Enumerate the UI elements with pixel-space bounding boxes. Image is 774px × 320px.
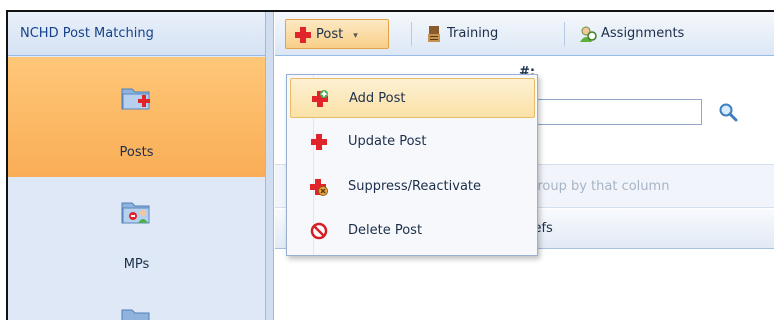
menu-item-label: Add Post [349, 91, 406, 106]
group-by-hint: o group by that column [517, 179, 670, 194]
nav-title: NCHD Post Matching [8, 12, 265, 56]
post-number-input[interactable] [515, 99, 702, 125]
toolbar-separator [564, 22, 565, 46]
post-menu-label: Post [316, 27, 344, 42]
folder-add-icon [121, 88, 150, 110]
toolbar: Post ▾ Training Assignments [275, 12, 774, 56]
menu-item-update-post[interactable]: Update Post [290, 122, 535, 162]
search-icon[interactable] [718, 102, 738, 122]
grid-body [275, 249, 774, 320]
nav-item-mps[interactable]: MPs [8, 180, 265, 290]
training-label: Training [447, 26, 499, 41]
menu-item-delete-post[interactable]: Delete Post [290, 211, 535, 251]
training-button[interactable]: Training [417, 19, 506, 49]
chevron-down-icon: ▾ [353, 31, 358, 41]
left-nav-panel: NCHD Post Matching Posts MPs [8, 12, 266, 320]
app-window: NCHD Post Matching Posts MPs Post ▾ Trai… [6, 10, 774, 320]
assignments-button[interactable]: Assignments [571, 19, 692, 49]
toolbar-separator [411, 22, 412, 46]
post-menu-button[interactable]: Post ▾ [285, 19, 389, 49]
assignments-icon [580, 26, 597, 42]
assignments-label: Assignments [601, 26, 685, 41]
nav-item-posts[interactable]: Posts [8, 57, 265, 177]
menu-item-label: Delete Post [348, 223, 423, 238]
red-cross-icon [295, 27, 311, 43]
menu-item-suppress-reactivate[interactable]: Suppress/Reactivate [290, 167, 535, 207]
add-post-icon [312, 90, 328, 107]
post-dropdown-menu: Add Post Update Post Suppress/Reactivate [286, 74, 538, 256]
nav-item-label: MPs [123, 257, 150, 272]
folder-user-icon [121, 202, 150, 224]
menu-item-label: Suppress/Reactivate [348, 179, 482, 194]
folder-icon [121, 309, 150, 320]
suppress-reactivate-icon [310, 179, 328, 196]
nav-item-label: Posts [119, 145, 154, 160]
menu-item-add-post[interactable]: Add Post [290, 78, 535, 118]
delete-post-icon [310, 222, 328, 240]
training-icon [428, 26, 440, 42]
update-post-icon [311, 134, 327, 150]
panel-splitter[interactable] [266, 12, 274, 320]
nav-item-third[interactable] [8, 290, 265, 320]
menu-item-label: Update Post [348, 134, 427, 149]
